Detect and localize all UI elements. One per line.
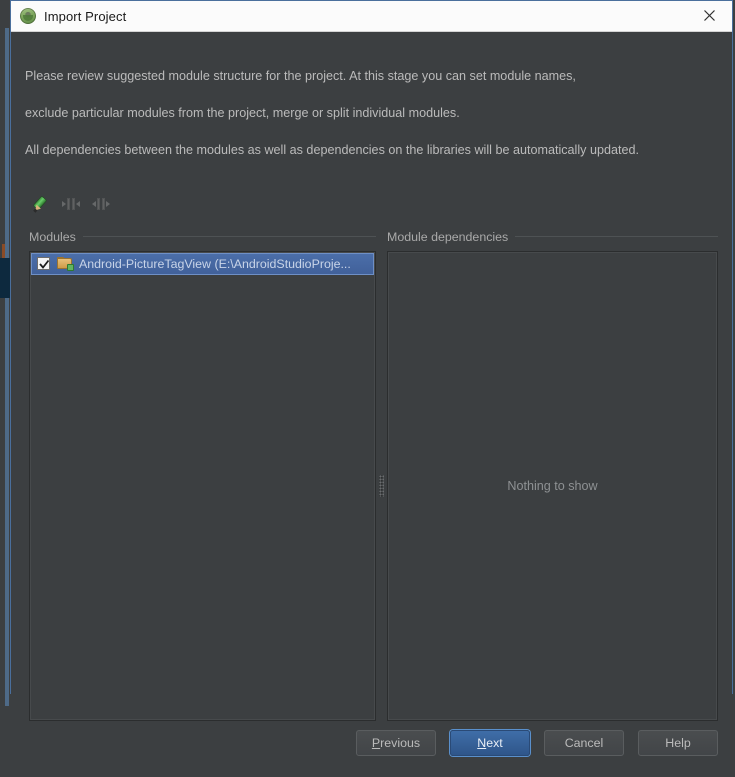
cancel-button[interactable]: Cancel (544, 729, 624, 756)
panes-splitter[interactable] (376, 251, 387, 721)
next-button[interactable]: Next (450, 729, 530, 756)
description-line-3: All dependencies between the modules as … (25, 142, 639, 157)
module-folder-icon (57, 257, 74, 271)
split-glyph (92, 197, 110, 211)
help-button-label: Help (665, 735, 691, 750)
modules-toolbar (29, 192, 732, 216)
next-button-label: Next (477, 735, 503, 750)
pencil-glyph (33, 196, 49, 213)
empty-state-text: Nothing to show (507, 478, 598, 493)
import-project-dialog: Import Project Please review suggested m… (10, 0, 733, 777)
desktop-background: Import Project Please review suggested m… (0, 0, 735, 777)
dialog-title: Import Project (44, 8, 127, 24)
dependencies-section-header: Module dependencies (387, 230, 718, 244)
description-line-2: exclude particular modules from the proj… (25, 105, 460, 120)
panes-header: Modules Module dependencies (11, 228, 732, 246)
help-button[interactable]: Help (638, 729, 718, 756)
merge-modules-icon[interactable] (59, 193, 83, 215)
split-module-icon[interactable] (89, 193, 113, 215)
modules-header-rule (82, 236, 376, 237)
close-icon[interactable] (686, 1, 732, 30)
ide-left-rail (5, 28, 9, 706)
dialog-description: Please review suggested module structure… (25, 48, 732, 178)
description-line-1: Please review suggested module structure… (25, 68, 576, 83)
list-item[interactable]: Android-PictureTagView (E:\AndroidStudio… (31, 252, 374, 275)
android-studio-icon (20, 8, 36, 24)
previous-button[interactable]: Previous (356, 729, 436, 756)
modules-list-panel[interactable]: Android-PictureTagView (E:\AndroidStudio… (29, 250, 376, 721)
modules-section-header: Modules (29, 230, 376, 244)
dependencies-label: Module dependencies (387, 229, 509, 244)
module-dependencies-panel[interactable]: Nothing to show (387, 250, 718, 721)
module-checkbox[interactable] (37, 257, 50, 270)
edit-pencil-icon[interactable] (29, 193, 53, 215)
modules-label: Modules (29, 229, 76, 244)
cancel-button-label: Cancel (564, 735, 604, 750)
dialog-button-bar: Previous Next Cancel Help (11, 721, 732, 777)
dialog-body: Please review suggested module structure… (11, 32, 732, 777)
panes-container: Android-PictureTagView (E:\AndroidStudio… (11, 250, 732, 721)
dependencies-header-rule (515, 236, 718, 237)
previous-button-label: Previous (371, 735, 421, 750)
merge-glyph (62, 197, 80, 211)
list-item-label: Android-PictureTagView (E:\AndroidStudio… (79, 256, 351, 271)
splitter-grip-icon (379, 474, 384, 497)
ide-marker-orange (2, 244, 5, 258)
dialog-titlebar: Import Project (11, 1, 732, 32)
